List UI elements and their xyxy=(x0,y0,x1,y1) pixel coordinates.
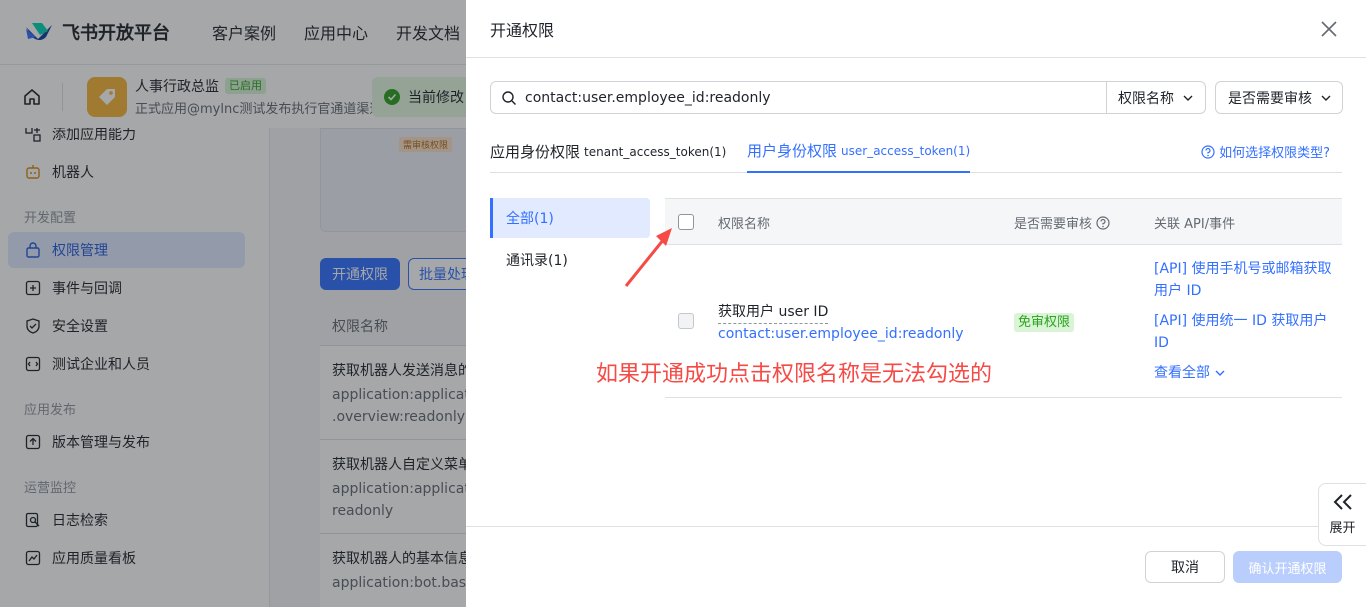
expand-button[interactable]: 展开 xyxy=(1318,483,1366,546)
col-header-name: 权限名称 xyxy=(718,217,771,232)
chevron-down-icon xyxy=(1215,370,1225,376)
help-circle-icon xyxy=(1201,144,1215,159)
open-permission-drawer: 开通权限 权限名称 是否需要审核 应用身份权限 tenant_access_to… xyxy=(466,0,1366,607)
help-link[interactable]: 如何选择权限类型? xyxy=(1201,130,1330,173)
modal-overlay[interactable] xyxy=(0,0,466,607)
drawer-header: 开通权限 xyxy=(466,0,1366,58)
permission-cell: 获取用户 user ID contact:user.employee_id:re… xyxy=(718,301,964,342)
permission-name[interactable]: 获取用户 user ID xyxy=(718,301,829,324)
search-icon xyxy=(502,90,516,105)
close-button[interactable] xyxy=(1318,18,1340,40)
expand-label: 展开 xyxy=(1329,521,1356,536)
table-header: 权限名称 是否需要审核 关联 API/事件 xyxy=(665,198,1342,245)
close-icon xyxy=(1321,21,1337,37)
tab-label: 用户身份权限 xyxy=(747,142,838,160)
view-all-text: 查看全部 xyxy=(1154,365,1210,381)
review-filter-select-value: 是否需要审核 xyxy=(1228,90,1312,107)
tab-tenant-permission[interactable]: 应用身份权限 tenant_access_token(1) xyxy=(490,130,726,173)
chevron-down-icon xyxy=(1183,95,1193,101)
tab-sub: user_access_token(1) xyxy=(841,143,971,158)
select-all-checkbox[interactable] xyxy=(678,214,694,230)
tab-label: 应用身份权限 xyxy=(490,143,581,161)
cancel-button[interactable]: 取消 xyxy=(1145,551,1225,583)
search-input[interactable] xyxy=(525,89,1085,106)
view-all-link[interactable]: 查看全部 xyxy=(1154,362,1332,384)
help-link-text: 如何选择权限类型? xyxy=(1219,146,1330,161)
drawer-footer: 取消 确认开通权限 xyxy=(466,526,1366,607)
search-box[interactable] xyxy=(490,81,1107,114)
review-cell: 免审权限 xyxy=(1014,311,1075,332)
api-cell: [API] 使用手机号或邮箱获取用户 ID [API] 使用统一 ID 获取用户… xyxy=(1154,258,1332,384)
tab-user-permission[interactable]: 用户身份权限 user_access_token(1) xyxy=(747,130,971,173)
tab-sub: tenant_access_token(1) xyxy=(584,144,727,159)
chevron-down-icon xyxy=(1321,95,1331,101)
col-header-review-label: 是否需要审核 xyxy=(1014,217,1093,232)
drawer-title: 开通权限 xyxy=(490,20,555,40)
confirm-open-button[interactable]: 确认开通权限 xyxy=(1233,551,1342,583)
annotation-arrow-icon xyxy=(624,228,672,287)
review-filter-select[interactable]: 是否需要审核 xyxy=(1215,81,1343,114)
api-link-unified-id[interactable]: [API] 使用统一 ID 获取用户 ID xyxy=(1154,310,1332,354)
api-link-phone-email[interactable]: [API] 使用手机号或邮箱获取用户 ID xyxy=(1154,258,1332,302)
search-field-select-value: 权限名称 xyxy=(1118,90,1174,107)
search-field-select[interactable]: 权限名称 xyxy=(1107,81,1206,114)
permission-type-tabs: 应用身份权限 tenant_access_token(1) 用户身份权限 use… xyxy=(490,130,1342,173)
annotation-text: 如果开通成功点击权限名称是无法勾选的 xyxy=(596,362,993,387)
double-chevron-left-icon xyxy=(1333,494,1352,510)
col-header-api: 关联 API/事件 xyxy=(1154,217,1236,232)
search-row: 权限名称 是否需要审核 xyxy=(490,81,1343,114)
row-checkbox[interactable] xyxy=(678,313,694,329)
help-circle-icon[interactable] xyxy=(1096,215,1110,230)
permission-code: contact:user.employee_id:readonly xyxy=(718,326,964,342)
col-header-review: 是否需要审核 xyxy=(1014,213,1110,232)
review-free-badge: 免审权限 xyxy=(1014,313,1075,332)
